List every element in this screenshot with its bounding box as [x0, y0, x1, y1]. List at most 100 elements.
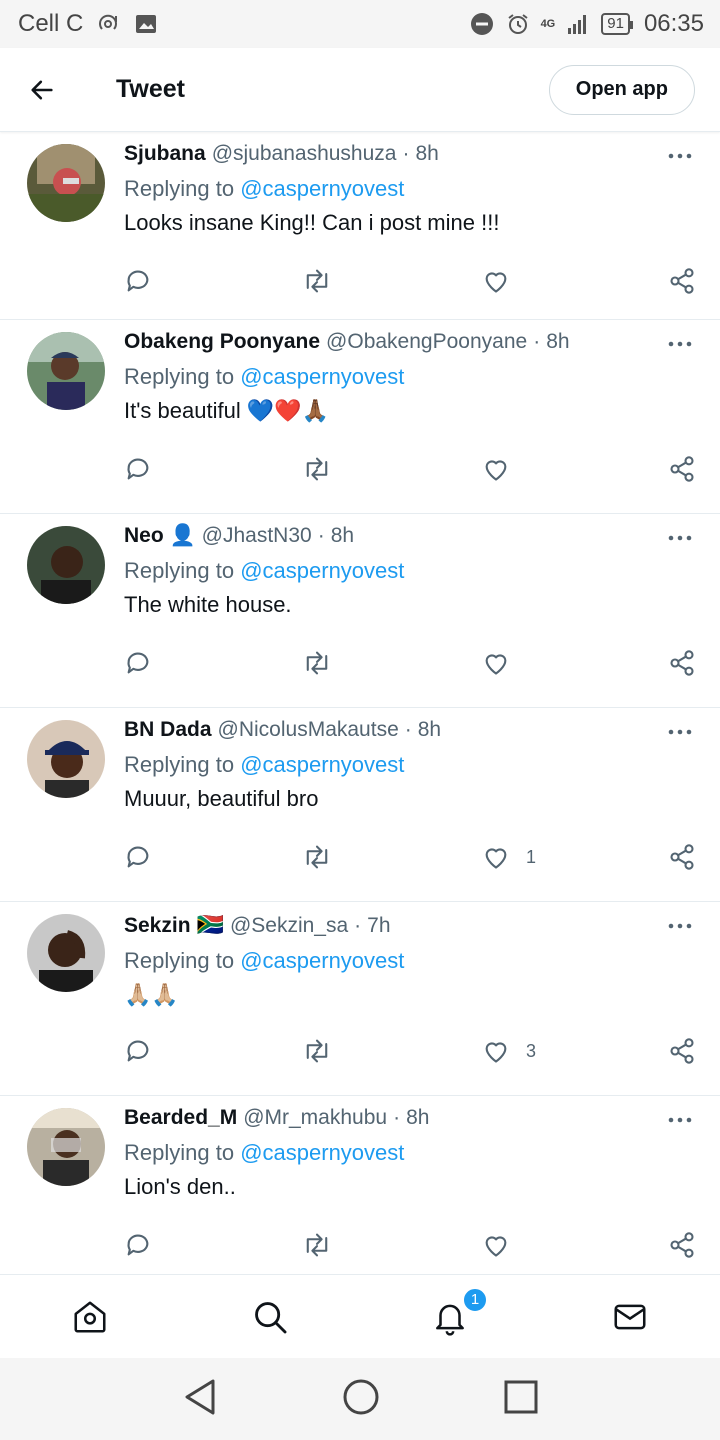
replying-to-label: Replying to	[124, 948, 235, 973]
like-button[interactable]	[482, 454, 526, 484]
like-button[interactable]	[482, 266, 526, 296]
reply-button[interactable]	[124, 454, 152, 484]
avatar[interactable]	[27, 1108, 105, 1186]
tweet-actions	[124, 454, 696, 484]
more-options-button[interactable]	[660, 526, 700, 550]
share-button[interactable]	[668, 648, 696, 678]
nav-messages[interactable]	[540, 1275, 720, 1359]
avatar[interactable]	[27, 720, 105, 798]
retweet-button[interactable]	[302, 1230, 332, 1260]
replying-to: Replying to @caspernyovest	[124, 1140, 700, 1166]
mention-link[interactable]: @caspernyovest	[240, 176, 404, 201]
mention-link[interactable]: @caspernyovest	[240, 1140, 404, 1165]
like-button[interactable]	[482, 1230, 526, 1260]
avatar[interactable]	[27, 332, 105, 410]
square-recents-icon	[504, 1380, 538, 1413]
tweet-time[interactable]: 8h	[406, 1106, 429, 1130]
share-icon	[670, 844, 694, 870]
more-icon	[668, 729, 692, 735]
author-handle[interactable]: @NicolusMakautse	[218, 718, 399, 742]
author-handle[interactable]: @JhastN30	[202, 524, 312, 548]
reply-button[interactable]	[124, 1230, 152, 1260]
clock: 06:35	[643, 10, 704, 37]
author-handle[interactable]: @Mr_makhubu	[243, 1106, 387, 1130]
author-name[interactable]: Sekzin	[124, 914, 191, 938]
tweet-time[interactable]: 8h	[415, 142, 438, 166]
author-name[interactable]: BN Dada	[124, 718, 212, 742]
tweet[interactable]: Bearded_M @Mr_makhubu · 8h Replying to @…	[0, 1096, 720, 1274]
tweet-time[interactable]: 8h	[546, 330, 569, 354]
tweet-actions	[124, 266, 696, 296]
system-back-button[interactable]	[182, 1377, 218, 1422]
replying-to: Replying to @caspernyovest	[124, 558, 700, 584]
mention-link[interactable]: @caspernyovest	[240, 948, 404, 973]
heart-icon	[485, 1236, 507, 1257]
heart-icon	[485, 460, 507, 481]
tweet[interactable]: Neo 👤 @JhastN30 · 8h Replying to @casper…	[0, 514, 720, 708]
tweet[interactable]: BN Dada @NicolusMakautse · 8h Replying t…	[0, 708, 720, 902]
more-options-button[interactable]	[660, 914, 700, 938]
retweet-icon	[306, 1039, 328, 1063]
reply-button[interactable]	[124, 266, 152, 296]
retweet-icon	[306, 651, 328, 675]
tweet-time[interactable]: 7h	[367, 914, 390, 938]
author-name[interactable]: Neo 👤	[124, 524, 196, 548]
avatar[interactable]	[27, 914, 105, 992]
nav-explore[interactable]	[180, 1275, 360, 1359]
retweet-button[interactable]	[302, 1036, 332, 1066]
mail-icon	[614, 1304, 646, 1329]
heart-icon	[485, 272, 507, 293]
like-button[interactable]: 3	[482, 1036, 536, 1066]
share-button[interactable]	[668, 842, 696, 872]
share-button[interactable]	[668, 266, 696, 296]
mention-link[interactable]: @caspernyovest	[240, 752, 404, 777]
nav-home[interactable]	[0, 1275, 180, 1359]
author-handle[interactable]: @ObakengPoonyane	[326, 330, 527, 354]
system-recents-button[interactable]	[504, 1380, 538, 1419]
back-button[interactable]	[12, 60, 72, 120]
more-options-button[interactable]	[660, 144, 700, 168]
reply-icon	[127, 1234, 149, 1256]
tweet[interactable]: Obakeng Poonyane @ObakengPoonyane · 8h R…	[0, 320, 720, 514]
tweet-actions	[124, 1230, 696, 1260]
mention-link[interactable]: @caspernyovest	[240, 558, 404, 583]
avatar[interactable]	[27, 526, 105, 604]
author-handle[interactable]: @sjubanashushuza	[212, 142, 397, 166]
more-options-button[interactable]	[660, 1108, 700, 1132]
tweet[interactable]: Sjubana @sjubanashushuza · 8h Replying t…	[0, 132, 720, 320]
share-button[interactable]	[668, 1036, 696, 1066]
mention-link[interactable]: @caspernyovest	[240, 364, 404, 389]
reply-button[interactable]	[124, 842, 152, 872]
share-button[interactable]	[668, 1230, 696, 1260]
author-name[interactable]: Bearded_M	[124, 1106, 237, 1130]
nav-notifications[interactable]: 1	[360, 1275, 540, 1359]
retweet-button[interactable]	[302, 648, 332, 678]
tweet-time[interactable]: 8h	[418, 718, 441, 742]
retweet-button[interactable]	[302, 842, 332, 872]
open-app-button[interactable]: Open app	[548, 64, 695, 115]
tweet-time[interactable]: 8h	[331, 524, 354, 548]
tweet[interactable]: Sekzin 🇿🇦 @Sekzin_sa · 7h Replying to @c…	[0, 902, 720, 1096]
carrier-label: Cell C	[18, 10, 84, 37]
replying-to-label: Replying to	[124, 558, 235, 583]
reply-button[interactable]	[124, 648, 152, 678]
like-button[interactable]	[482, 648, 526, 678]
reply-feed[interactable]: Sjubana @sjubanashushuza · 8h Replying t…	[0, 132, 720, 1274]
author-name[interactable]: Sjubana	[124, 142, 206, 166]
tweet-text: It's beautiful 💙❤️🙏🏾	[124, 398, 330, 423]
more-options-button[interactable]	[660, 720, 700, 744]
retweet-button[interactable]	[302, 454, 332, 484]
author-handle[interactable]: @Sekzin_sa	[230, 914, 348, 938]
author-name[interactable]: Obakeng Poonyane	[124, 330, 320, 354]
retweet-icon	[306, 845, 328, 869]
retweet-icon	[306, 457, 328, 481]
alarm-icon	[505, 11, 531, 37]
share-button[interactable]	[668, 454, 696, 484]
like-button[interactable]: 1	[482, 842, 536, 872]
retweet-button[interactable]	[302, 266, 332, 296]
more-options-button[interactable]	[660, 332, 700, 356]
system-home-button[interactable]	[342, 1378, 380, 1421]
share-icon	[670, 268, 694, 294]
avatar[interactable]	[27, 144, 105, 222]
reply-button[interactable]	[124, 1036, 152, 1066]
